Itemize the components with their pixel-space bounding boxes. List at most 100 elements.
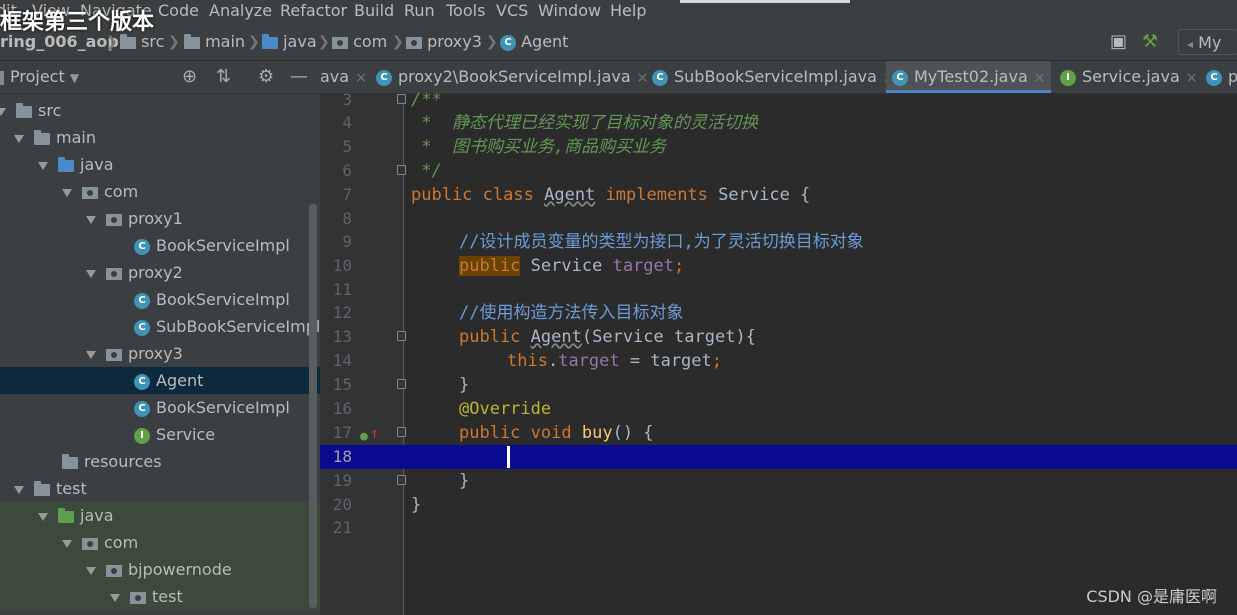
run-configuration-select[interactable]: ◂ My — [1178, 29, 1237, 55]
breadcrumb-label: com — [353, 32, 388, 51]
tree-item-src[interactable]: src — [0, 97, 320, 124]
tree-item-bookserviceimpl[interactable]: C BookServiceImpl — [0, 394, 320, 421]
menu-window[interactable]: Window — [538, 0, 601, 22]
line-number: 21 — [332, 518, 352, 537]
chevron-down-icon[interactable] — [38, 161, 48, 170]
tree-item-label: test — [56, 479, 87, 498]
menu-run[interactable]: Run — [404, 0, 435, 22]
breadcrumb-main[interactable]: main — [184, 24, 245, 60]
tree-item-java-test[interactable]: java — [0, 502, 320, 529]
layout-icon[interactable]: ▣ — [1110, 24, 1127, 60]
breadcrumb-com[interactable]: com — [332, 24, 387, 60]
code-line[interactable]: 21 — [320, 516, 1237, 540]
minimize-icon[interactable]: — — [290, 61, 308, 93]
field-name: target — [612, 256, 674, 276]
line-number: 13 — [332, 327, 352, 346]
tree-item-test-package[interactable]: test — [0, 583, 320, 610]
search-box[interactable] — [680, 0, 850, 3]
chevron-down-icon[interactable] — [38, 512, 48, 521]
code-text: } — [411, 495, 422, 515]
tree-item-com[interactable]: com — [0, 178, 320, 205]
tree-item-com-test[interactable]: com — [0, 529, 320, 556]
code-line-current[interactable]: 18 — [320, 445, 1237, 469]
chevron-down-icon[interactable] — [110, 593, 120, 602]
code-line[interactable]: 19} — [320, 469, 1237, 493]
tree-item-agent[interactable]: C Agent — [0, 367, 320, 394]
chevron-down-icon[interactable] — [14, 485, 24, 494]
code-line[interactable]: 3 /** — [320, 88, 1237, 112]
code-line[interactable]: 4 * 静态代理已经实现了目标对象的灵活切换 — [320, 111, 1237, 135]
collapse-icon[interactable]: ⇅ — [216, 61, 231, 93]
tree-item-label: main — [56, 128, 96, 147]
code-line[interactable]: 16 @Override — [320, 397, 1237, 421]
code-line[interactable]: 20} — [320, 493, 1237, 517]
menu-build[interactable]: Build — [354, 0, 394, 22]
chevron-down-icon[interactable] — [14, 134, 24, 143]
breadcrumb-java[interactable]: java — [262, 24, 317, 60]
fold-marker-icon[interactable] — [397, 427, 406, 437]
code-line[interactable]: 7 public class Agent implements Service { — [320, 183, 1237, 207]
test-folder-icon — [58, 507, 74, 523]
fold-marker-icon[interactable] — [397, 165, 406, 175]
tree-item-label: Agent — [156, 371, 204, 390]
code-line[interactable]: 8 — [320, 207, 1237, 231]
code-line[interactable]: 15} — [320, 373, 1237, 397]
code-line[interactable]: 10 public Service target; — [320, 254, 1237, 278]
class-name: Agent — [544, 185, 596, 205]
code-editor[interactable]: 3 /** 4 * 静态代理已经实现了目标对象的灵活切换 5 * 图书购买业务,商… — [320, 90, 1237, 615]
code-line[interactable]: 6 */ — [320, 159, 1237, 183]
gear-icon[interactable]: ⚙ — [258, 61, 274, 93]
code-line[interactable]: 11 — [320, 278, 1237, 302]
close-icon[interactable]: × — [355, 70, 367, 86]
menu-code[interactable]: Code — [158, 0, 199, 22]
tree-item-proxy3[interactable]: proxy3 — [0, 340, 320, 367]
locate-icon[interactable]: ⊕ — [182, 61, 197, 93]
breadcrumb-proxy3[interactable]: proxy3 — [406, 24, 482, 60]
fold-marker-icon[interactable] — [397, 94, 406, 104]
tree-item-main[interactable]: main — [0, 124, 320, 151]
code-line[interactable]: 5 * 图书购买业务,商品购买业务 — [320, 135, 1237, 159]
run-config-icon: ◂ — [1187, 37, 1194, 51]
chevron-down-icon[interactable] — [86, 215, 96, 224]
close-icon[interactable]: × — [1034, 70, 1046, 86]
menu-help[interactable]: Help — [610, 0, 646, 22]
tree-item-bookserviceimpl[interactable]: C BookServiceImpl — [0, 232, 320, 259]
tab-label: SubBookServiceImpl.java — [674, 67, 877, 86]
breadcrumb-agent[interactable]: C Agent — [500, 24, 568, 60]
fold-marker-icon[interactable] — [397, 379, 406, 389]
tree-item-bookserviceimpl[interactable]: C BookServiceImpl — [0, 286, 320, 313]
menu-analyze[interactable]: Analyze — [209, 0, 272, 22]
menu-vcs[interactable]: VCS — [496, 0, 528, 22]
code-line[interactable]: 17 ● ↑ public void buy() { — [320, 421, 1237, 445]
chevron-down-icon[interactable] — [86, 566, 96, 575]
class-icon: C — [134, 373, 150, 390]
code-line[interactable]: 13 public Agent(Service target){ — [320, 325, 1237, 349]
chevron-down-icon[interactable] — [0, 107, 6, 116]
code-line[interactable]: 12 //使用构造方法传入目标对象 — [320, 301, 1237, 325]
chevron-down-icon[interactable] — [62, 539, 72, 548]
code-line[interactable]: 14 this.target = target; — [320, 349, 1237, 373]
chevron-down-icon[interactable] — [62, 188, 72, 197]
fold-marker-icon[interactable] — [397, 475, 406, 485]
tree-item-service[interactable]: I Service — [0, 421, 320, 448]
chevron-down-icon[interactable] — [86, 269, 96, 278]
project-panel-title[interactable]: Project ▼ — [0, 61, 79, 94]
menu-tools[interactable]: Tools — [446, 0, 485, 22]
chevron-right-icon: ❯ — [486, 34, 498, 50]
arrow-up-icon[interactable]: ↑ — [370, 421, 379, 445]
chevron-down-icon[interactable] — [86, 350, 96, 359]
tree-item-resources[interactable]: resources — [0, 448, 320, 475]
tree-item-java[interactable]: java — [0, 151, 320, 178]
build-hammer-icon[interactable]: ⚒ — [1142, 24, 1158, 60]
menu-refactor[interactable]: Refactor — [280, 0, 347, 22]
tree-item-test[interactable]: test — [0, 475, 320, 502]
tree-scrollbar[interactable] — [309, 204, 317, 608]
package-icon — [106, 564, 122, 577]
tree-item-proxy1[interactable]: proxy1 — [0, 205, 320, 232]
tree-item-subbookserviceimpl[interactable]: C SubBookServiceImpl — [0, 313, 320, 340]
code-line[interactable]: 9 //设计成员变量的类型为接口,为了灵活切换目标对象 — [320, 230, 1237, 254]
tree-item-bjpowernode[interactable]: bjpowernode — [0, 556, 320, 583]
fold-marker-icon[interactable] — [397, 331, 406, 341]
tree-item-proxy2[interactable]: proxy2 — [0, 259, 320, 286]
close-icon[interactable]: × — [1186, 70, 1198, 86]
